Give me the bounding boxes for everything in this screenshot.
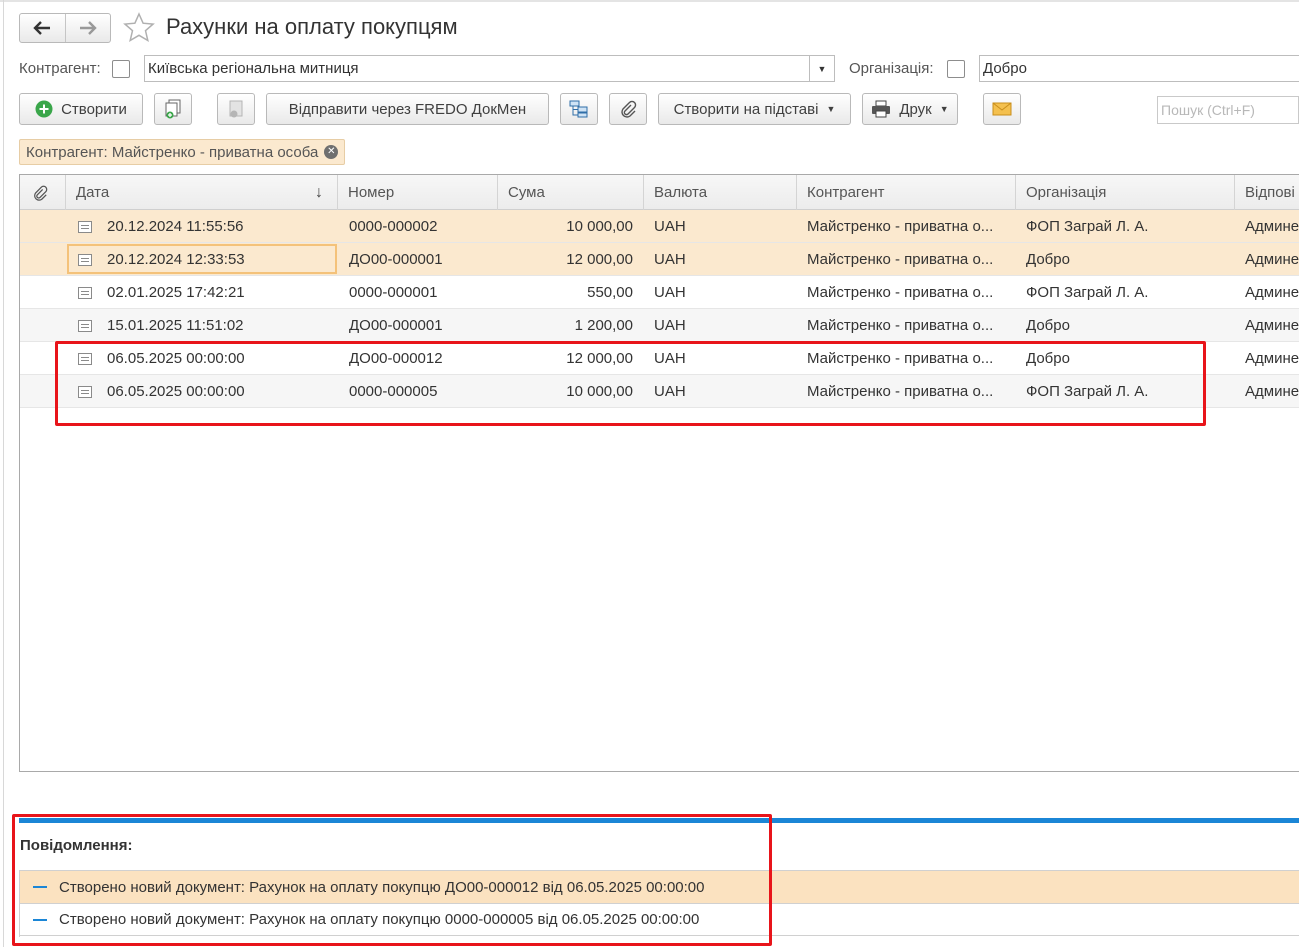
page-title: Рахунки на оплату покупцям [166,14,458,39]
column-header-sum[interactable]: Сума [498,175,644,210]
email-button[interactable] [983,93,1021,125]
cell-sum: 550,00 [587,284,633,301]
attachment-column-header[interactable] [20,175,66,210]
cell-number: ДО00-000001 [349,251,443,268]
send-fredo-button[interactable]: Відправити через FREDO ДокМен [266,93,549,125]
sort-descending-icon: ↓ [315,183,323,201]
organization-field[interactable]: Добро [979,55,1299,82]
organization-checkbox[interactable] [947,60,965,78]
document-icon [78,210,92,243]
cell-date: 20.12.2024 11:55:56 [107,218,244,235]
cell-sum: 12 000,00 [566,251,633,268]
cell-responsible: Админе [1245,383,1299,400]
cell-organization: Добро [1026,251,1070,268]
navigation-buttons [19,13,111,43]
create-button-label: Створити [61,100,127,118]
print-label: Друк [899,100,932,118]
document-icon [78,309,92,342]
chevron-down-icon: ▼ [826,104,836,114]
active-filter-chip: Контрагент: Майстренко - приватна особа … [19,139,346,165]
attachments-button[interactable] [609,93,647,125]
organization-label: Організація: [849,60,934,77]
counterparty-field[interactable]: Київська регіональна митниця [144,55,810,82]
cell-organization: ФОП Заграй Л. А. [1026,218,1149,235]
active-filter-text: Контрагент: Майстренко - приватна особа [26,143,319,161]
column-header-counterparty[interactable]: Контрагент [797,175,1016,210]
cell-date: 15.01.2025 11:51:02 [107,317,244,334]
column-header-organization[interactable]: Організація [1016,175,1235,210]
documents-table: Дата ↓ Номер Сума Валюта Контрагент Орга… [19,174,1299,772]
cell-currency: UAH [654,317,686,334]
copy-document-icon [165,99,181,119]
search-input[interactable]: Пошук (Ctrl+F) [1157,96,1299,124]
cell-currency: UAH [654,251,686,268]
cell-counterparty: Майстренко - приватна о... [807,218,994,235]
cell-sum: 1 200,00 [574,317,633,334]
cell-responsible: Админе [1245,317,1299,334]
cell-organization: Добро [1026,317,1070,334]
create-button[interactable]: Створити [19,93,143,125]
annotation-box-new-rows [55,341,1206,426]
cell-number: 0000-000002 [349,218,438,235]
forward-button[interactable] [64,14,110,42]
counterparty-checkbox[interactable] [112,60,130,78]
counterparty-label: Контрагент: [19,60,101,77]
print-button[interactable]: Друк ▼ [862,93,958,125]
paperclip-icon [34,185,48,201]
cell-number: ДО00-000001 [349,317,443,334]
table-header: Дата ↓ Номер Сума Валюта Контрагент Орга… [20,175,1299,210]
column-header-number[interactable]: Номер [338,175,498,210]
cell-currency: UAH [654,218,686,235]
cell-responsible: Админе [1245,251,1299,268]
back-button[interactable] [20,14,65,42]
copy-document-button[interactable] [154,93,192,125]
create-based-on-label: Створити на підставі [673,100,819,118]
mark-deletion-button[interactable] [217,93,255,125]
chevron-down-icon: ▼ [939,104,949,114]
close-icon[interactable]: ✕ [324,145,339,159]
printer-icon [872,100,891,118]
cell-currency: UAH [654,284,686,301]
plus-circle-icon [35,100,53,118]
document-icon [78,276,92,309]
cell-organization: ФОП Заграй Л. А. [1026,284,1149,301]
structure-icon [569,100,588,118]
cell-responsible: Админе [1245,350,1299,367]
create-based-on-button[interactable]: Створити на підставі ▼ [658,93,851,125]
arrow-right-icon [79,21,97,35]
table-row[interactable]: 20.12.2024 11:55:56 0000-000002 10 000,0… [20,210,1299,243]
table-row[interactable]: 15.01.2025 11:51:02 ДО00-000001 1 200,00… [20,309,1299,342]
paperclip-icon [621,100,637,118]
star-icon[interactable] [123,12,155,44]
annotation-box-messages [12,814,772,946]
counterparty-dropdown-button[interactable]: ▼ [809,55,835,82]
column-header-date[interactable]: Дата ↓ [66,175,338,210]
cell-counterparty: Майстренко - приватна о... [807,317,994,334]
table-row[interactable]: 02.01.2025 17:42:21 0000-000001 550,00 U… [20,276,1299,309]
document-disabled-icon [229,100,243,118]
column-header-currency[interactable]: Валюта [644,175,797,210]
top-border [0,0,1299,2]
cell-responsible: Админе [1245,218,1299,235]
cell-sum: 10 000,00 [566,218,633,235]
cell-responsible: Админе [1245,284,1299,301]
document-icon [78,243,92,276]
cell-date: 20.12.2024 12:33:53 [107,251,245,268]
left-border [3,0,4,947]
arrow-left-icon [33,21,51,35]
cell-counterparty: Майстренко - приватна о... [807,284,994,301]
cell-number: 0000-000001 [349,284,438,301]
envelope-icon [992,102,1012,116]
cell-date: 02.01.2025 17:42:21 [107,284,245,301]
column-header-responsible[interactable]: Відпові [1235,175,1299,210]
structure-button[interactable] [560,93,598,125]
table-row[interactable]: 20.12.2024 12:33:53 ДО00-000001 12 000,0… [20,243,1299,276]
cell-counterparty: Майстренко - приватна о... [807,251,994,268]
